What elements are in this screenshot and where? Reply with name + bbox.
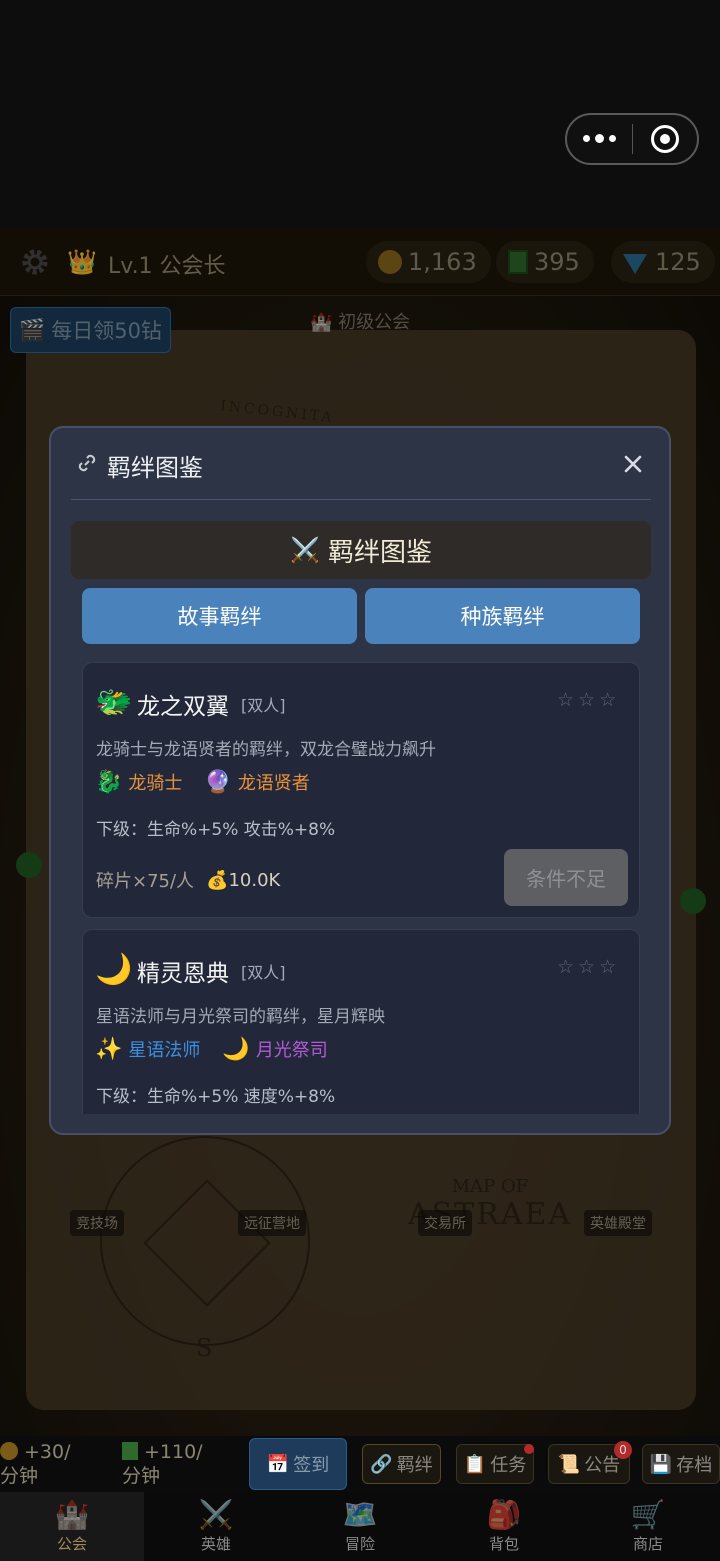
book-rate: +110/ 分钟 xyxy=(122,1440,203,1488)
member-moon-priest[interactable]: 🌙 月光祭司 xyxy=(222,1036,327,1062)
bond-banner: ⚔️ 羁绊图鉴 xyxy=(71,521,651,579)
clipboard-icon: 📋 xyxy=(463,1453,487,1475)
nav-shop[interactable]: 🛒 商店 xyxy=(576,1492,720,1561)
action-bar: +30/ 分钟 +110/ 分钟 📅 签到 🔗 羁绊 📋 任务 📜 公告 0 💾 存档 xyxy=(0,1436,720,1492)
dragon-face-icon: 🐲 xyxy=(95,685,133,720)
member-star-mage[interactable]: ✨ 星语法师 xyxy=(95,1036,200,1062)
moon-icon: 🌙 xyxy=(95,952,133,987)
sign-in-label: 签到 xyxy=(293,1455,330,1476)
modal-header: 羁绊图鉴 xyxy=(51,428,669,500)
banner-title: 羁绊图鉴 xyxy=(327,537,432,568)
task-button[interactable]: 📋 任务 xyxy=(456,1444,534,1484)
miniprogram-capsule xyxy=(565,113,699,165)
member-dragon-sage[interactable]: 🔮 龙语贤者 xyxy=(204,769,309,795)
bond-party-type: [双人] xyxy=(241,696,286,715)
member-name: 星语法师 xyxy=(128,1040,201,1061)
bond-bonus: 下级：生命%+5% 攻击%+8% xyxy=(96,820,336,840)
nav-adventure[interactable]: 🗺️ 冒险 xyxy=(288,1492,432,1561)
dragon-icon: 🐉 xyxy=(95,769,123,795)
nav-backpack[interactable]: 🎒 背包 xyxy=(432,1492,576,1561)
crossed-swords-icon: ⚔️ xyxy=(290,536,320,564)
moon-icon: 🌙 xyxy=(222,1036,250,1062)
tab-race-bonds[interactable]: 种族羁绊 xyxy=(365,588,640,644)
scroll-icon: 📜 xyxy=(557,1453,581,1475)
modal-title: 羁绊图鉴 xyxy=(107,454,203,482)
bond-cost: 碎片×75/人 💰10.0K xyxy=(96,867,280,893)
bond-label: 羁绊 xyxy=(396,1455,433,1476)
floppy-icon: 💾 xyxy=(649,1453,673,1475)
nav-label: 冒险 xyxy=(344,1535,375,1553)
bond-members: 🐉 龙骑士 🔮 龙语贤者 xyxy=(95,769,310,795)
nav-label: 商店 xyxy=(632,1535,663,1553)
link-icon: 🔗 xyxy=(370,1453,393,1475)
gold-rate-unit: 分钟 xyxy=(0,1465,39,1487)
task-notification-dot xyxy=(524,1444,534,1454)
crossed-swords-icon: ⚔️ xyxy=(198,1498,234,1531)
notice-badge: 0 xyxy=(614,1441,632,1459)
header-divider xyxy=(71,499,651,500)
crystal-ball-icon: 🔮 xyxy=(204,769,232,795)
bond-button[interactable]: 🔗 羁绊 xyxy=(362,1444,441,1484)
bond-name: 龙之双翼 xyxy=(137,694,229,720)
nav-guild[interactable]: 🏰 公会 xyxy=(0,1492,144,1561)
sparkles-icon: ✨ xyxy=(95,1036,123,1062)
bond-party-type: [双人] xyxy=(241,963,286,982)
bond-catalog-modal: 羁绊图鉴 ⚔️ 羁绊图鉴 故事羁绊 种族羁绊 🐲 龙之双翼 [双人] ☆☆☆ 龙… xyxy=(49,426,671,1135)
bond-list[interactable]: 🐲 龙之双翼 [双人] ☆☆☆ 龙骑士与龙语贤者的羁绊，双龙合璧战力飙升 🐉 龙… xyxy=(82,662,640,1114)
map-icon: 🗺️ xyxy=(342,1498,378,1531)
nav-heroes[interactable]: ⚔️ 英雄 xyxy=(144,1492,288,1561)
nav-label: 英雄 xyxy=(200,1535,231,1553)
member-name: 龙语贤者 xyxy=(237,773,310,794)
member-name: 月光祭司 xyxy=(255,1040,328,1061)
condition-unmet-button[interactable]: 条件不足 xyxy=(504,849,628,906)
tab-story-bonds[interactable]: 故事羁绊 xyxy=(82,588,357,644)
link-icon xyxy=(78,454,96,472)
bond-bonus: 下级：生命%+5% 速度%+8% xyxy=(96,1087,336,1107)
book-icon xyxy=(122,1442,138,1460)
book-rate-unit: 分钟 xyxy=(122,1465,161,1487)
gold-cost: 💰10.0K xyxy=(206,869,281,891)
bond-card: 🌙 精灵恩典 [双人] ☆☆☆ 星语法师与月光祭司的羁绊，星月辉映 ✨ 星语法师… xyxy=(82,929,640,1114)
close-icon[interactable] xyxy=(619,450,647,478)
cart-icon: 🛒 xyxy=(630,1498,666,1531)
coin-icon xyxy=(0,1442,18,1460)
bottom-navigation: 🏰 公会 ⚔️ 英雄 🗺️ 冒险 🎒 背包 🛒 商店 xyxy=(0,1492,720,1561)
bond-card: 🐲 龙之双翼 [双人] ☆☆☆ 龙骑士与龙语贤者的羁绊，双龙合璧战力飙升 🐉 龙… xyxy=(82,662,640,918)
castle-icon: 🏰 xyxy=(54,1498,90,1531)
gold-rate: +30/ 分钟 xyxy=(0,1440,71,1488)
sign-in-button[interactable]: 📅 签到 xyxy=(249,1438,347,1490)
bond-name: 精灵恩典 xyxy=(137,961,229,987)
save-button[interactable]: 💾 存档 xyxy=(642,1444,720,1484)
book-rate-value: +110/ xyxy=(144,1441,203,1463)
member-dragon-knight[interactable]: 🐉 龙骑士 xyxy=(95,769,182,795)
bond-stars: ☆☆☆ xyxy=(557,956,621,978)
bond-description: 龙骑士与龙语贤者的羁绊，双龙合璧战力飙升 xyxy=(96,740,436,760)
target-icon[interactable] xyxy=(633,125,698,153)
shard-cost: 碎片×75/人 xyxy=(96,871,195,892)
system-top-area xyxy=(0,0,720,228)
bond-stars: ☆☆☆ xyxy=(557,689,621,711)
bond-members: ✨ 星语法师 🌙 月光祭司 xyxy=(95,1036,328,1062)
gold-rate-value: +30/ xyxy=(24,1441,71,1463)
bond-description: 星语法师与月光祭司的羁绊，星月辉映 xyxy=(96,1007,385,1027)
save-label: 存档 xyxy=(676,1455,713,1476)
backpack-icon: 🎒 xyxy=(486,1498,522,1531)
calendar-icon: 📅 xyxy=(266,1453,290,1475)
more-dots-icon[interactable] xyxy=(567,134,632,143)
nav-label: 背包 xyxy=(488,1535,519,1553)
nav-label: 公会 xyxy=(56,1535,87,1553)
task-label: 任务 xyxy=(490,1455,527,1476)
member-name: 龙骑士 xyxy=(128,773,183,794)
